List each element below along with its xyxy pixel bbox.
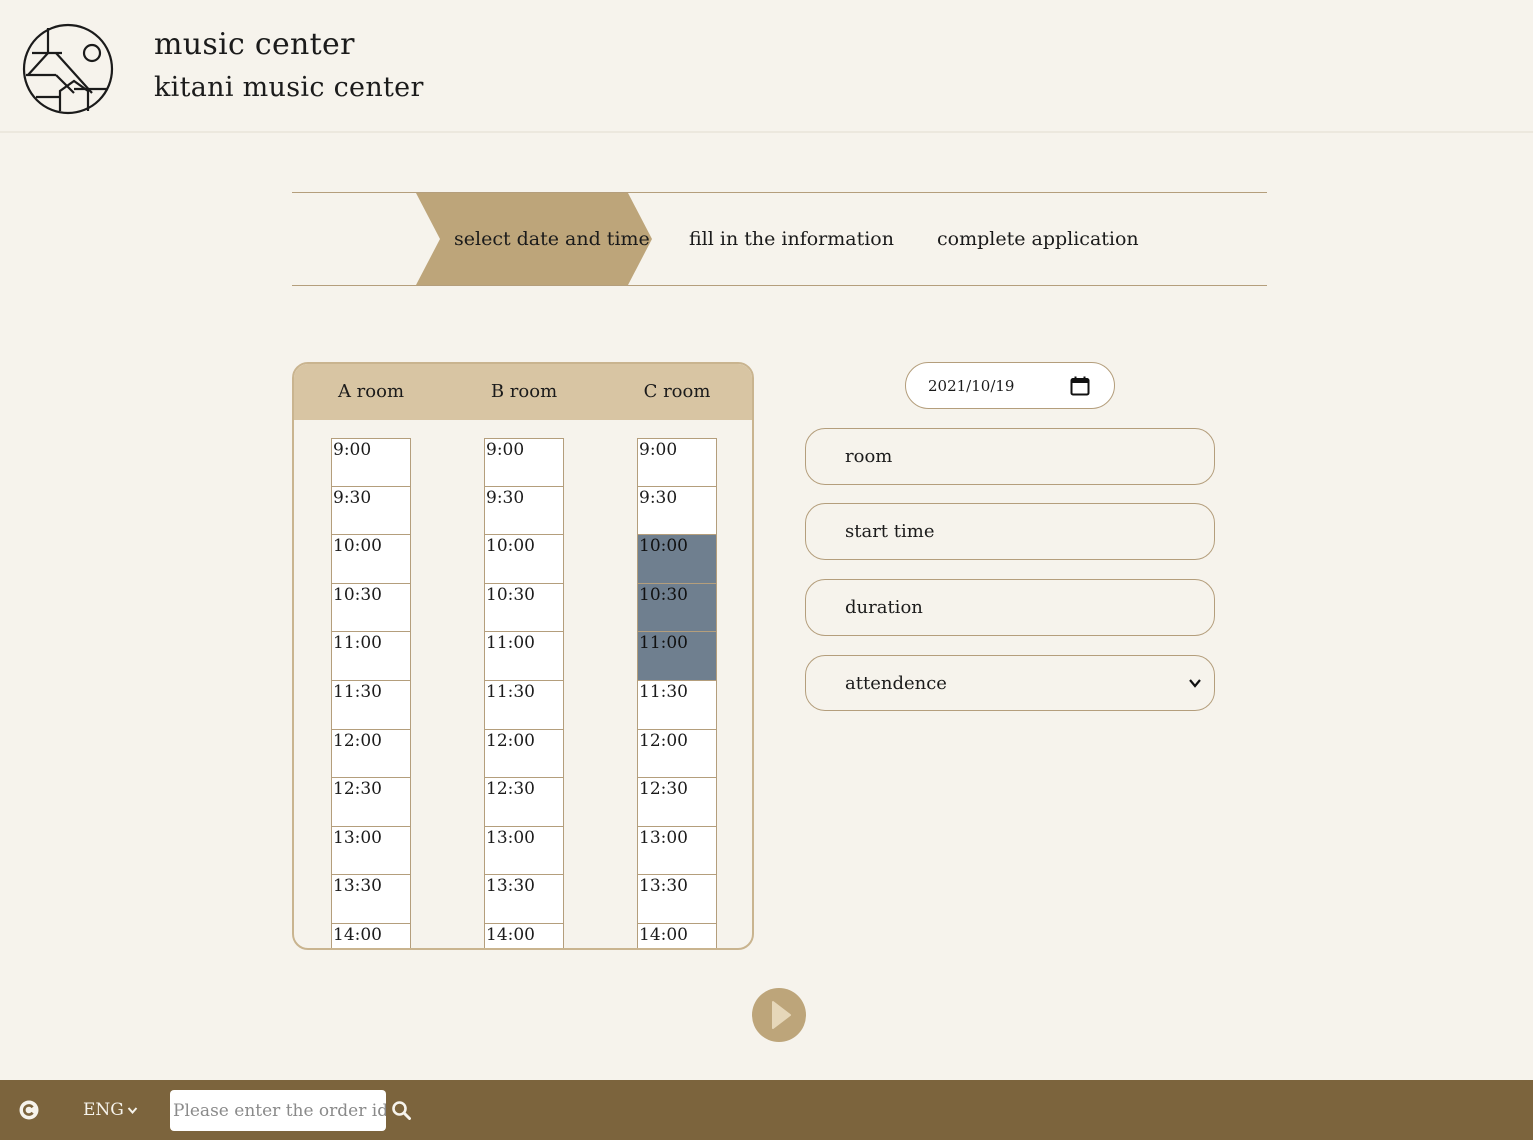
time-slot[interactable]: 14:00 xyxy=(331,923,411,948)
schedule-header: A room B room C room xyxy=(294,364,752,420)
time-slot[interactable]: 10:00 xyxy=(484,535,564,584)
order-id-input[interactable] xyxy=(170,1090,386,1131)
time-slot[interactable]: 12:30 xyxy=(637,778,717,827)
search-icon[interactable] xyxy=(391,1100,411,1120)
chevron-down-icon xyxy=(1189,679,1201,688)
time-slot[interactable]: 13:00 xyxy=(484,826,564,876)
time-slot[interactable]: 12:30 xyxy=(484,778,564,827)
time-slot[interactable]: 12:00 xyxy=(637,729,717,779)
step-fill-information[interactable]: fill in the information xyxy=(689,193,894,285)
site-subtitle: kitani music center xyxy=(154,72,424,103)
time-slot[interactable]: 13:00 xyxy=(331,826,411,876)
start-time-field-placeholder: start time xyxy=(845,521,935,542)
time-slot[interactable]: 11:30 xyxy=(484,680,564,730)
time-slot[interactable]: 9:00 xyxy=(331,438,411,487)
time-slot[interactable]: 9:00 xyxy=(484,438,564,487)
time-slot[interactable]: 13:30 xyxy=(484,875,564,924)
date-input[interactable]: 2021/10/19 xyxy=(905,362,1115,409)
time-slot[interactable]: 11:30 xyxy=(637,680,717,730)
room-header-c: C room xyxy=(643,381,711,402)
time-slot[interactable]: 9:30 xyxy=(484,486,564,536)
calendar-icon[interactable] xyxy=(1070,376,1090,396)
room-a-column: 9:00 9:30 10:00 10:30 11:00 11:30 12:00 12:30 13… xyxy=(331,438,411,948)
time-slot[interactable]: 12:00 xyxy=(484,729,564,779)
time-slot[interactable]: 10:30 xyxy=(331,583,411,633)
time-slot[interactable]: 9:00 xyxy=(637,438,717,487)
room-field[interactable]: room xyxy=(805,428,1215,485)
attendence-select-value: attendence xyxy=(845,673,947,694)
date-value: 2021/10/19 xyxy=(928,377,1015,395)
time-slot[interactable]: 10:00 xyxy=(331,535,411,584)
time-slot[interactable]: 13:30 xyxy=(331,875,411,924)
site-footer: ENG xyxy=(0,1080,1533,1140)
time-slot[interactable]: 10:00 xyxy=(637,535,717,584)
mountain-house-logo[interactable] xyxy=(22,23,114,115)
room-schedule: A room B room C room 9:00 9:30 10:00 10:30 1… xyxy=(292,362,754,950)
copyright-icon xyxy=(19,1100,39,1120)
duration-field[interactable]: duration xyxy=(805,579,1215,636)
room-b-column: 9:00 9:30 10:00 10:30 11:00 11:30 12:00 12:30 13… xyxy=(484,438,564,948)
play-arrow-icon xyxy=(772,1001,791,1029)
room-header-a: A room xyxy=(337,381,405,402)
step-select-date-time[interactable]: select date and time xyxy=(454,193,650,285)
start-time-field[interactable]: start time xyxy=(805,503,1215,560)
room-header-b: B room xyxy=(490,381,558,402)
step-complete-application[interactable]: complete application xyxy=(937,193,1139,285)
time-slot[interactable]: 13:30 xyxy=(637,875,717,924)
time-slot[interactable]: 11:30 xyxy=(331,680,411,730)
time-slot[interactable]: 11:00 xyxy=(331,632,411,681)
site-header: music center kitani music center xyxy=(0,0,1533,133)
time-slot[interactable]: 11:00 xyxy=(484,632,564,681)
time-slot[interactable]: 9:30 xyxy=(331,486,411,536)
time-slot[interactable]: 14:00 xyxy=(484,923,564,948)
room-field-placeholder: room xyxy=(845,446,893,467)
site-title: music center xyxy=(154,27,355,62)
duration-field-placeholder: duration xyxy=(845,597,923,618)
time-slot[interactable]: 13:00 xyxy=(637,826,717,876)
step-progress-bar: select date and time fill in the informa… xyxy=(292,192,1267,286)
time-slot[interactable]: 12:00 xyxy=(331,729,411,779)
room-c-column: 9:00 9:30 10:00 10:30 11:00 11:30 12:00 12:30 13… xyxy=(637,438,717,948)
time-slot[interactable]: 11:00 xyxy=(637,632,717,681)
time-slot[interactable]: 9:30 xyxy=(637,486,717,536)
chevron-down-icon[interactable] xyxy=(127,1105,138,1116)
next-step-button[interactable] xyxy=(752,988,806,1042)
language-selector[interactable]: ENG xyxy=(83,1080,124,1140)
attendence-select[interactable]: attendence xyxy=(805,655,1215,711)
time-slot[interactable]: 10:30 xyxy=(637,583,717,633)
time-slot[interactable]: 10:30 xyxy=(484,583,564,633)
time-slot[interactable]: 12:30 xyxy=(331,778,411,827)
time-slot[interactable]: 14:00 xyxy=(637,923,717,948)
